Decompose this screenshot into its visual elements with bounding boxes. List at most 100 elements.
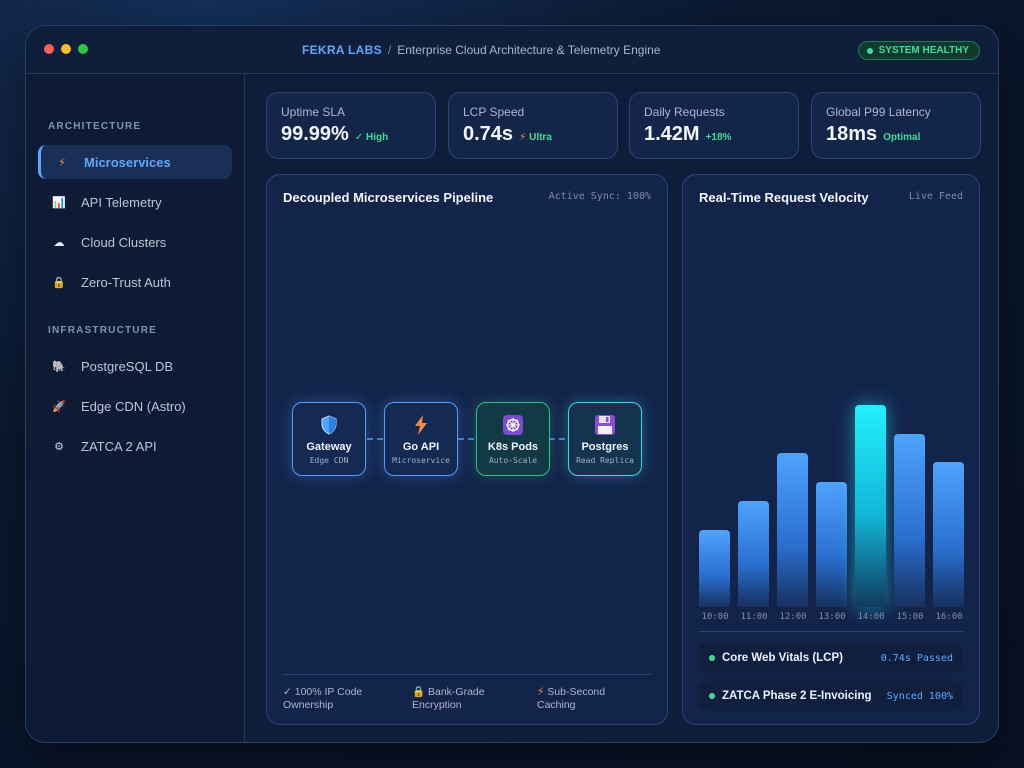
sidebar-item-postgresql-db[interactable]: 🐘 PostgreSQL DB [38,349,232,383]
status-row-core-web-vitals: Core Web Vitals (LCP) 0.74s Passed [699,643,963,673]
kpi-value: 1.42M [644,123,700,145]
elephant-icon: 🐘 [52,360,66,373]
sidebar-item-label: Edge CDN (Astro) [81,398,186,414]
sidebar-item-label: ZATCA 2 API [81,438,157,454]
sidebar-item-zero-trust-auth[interactable]: 🔒 Zero-Trust Auth [38,265,232,299]
sidebar-item-microservices[interactable]: ⚡ Microservices [38,145,232,179]
maximize-window-button[interactable] [78,44,88,54]
feature-text: Ownership [283,699,334,711]
chart-bar [777,453,808,607]
feature-text: Sub-Second [547,686,606,698]
breadcrumb-separator: / [387,43,392,57]
x-tick-label: 16:00 [935,612,963,622]
title-bar: FEKRA LABS / Enterprise Cloud Architecture… [26,26,998,74]
helm-wheel-icon [477,415,549,435]
rocket-icon: 🚀 [52,400,66,413]
kpi-tag: Ultra [529,132,552,143]
velocity-bar-chart [699,395,964,607]
lightning-icon [385,415,457,435]
pipeline-node-go-api[interactable]: Go API Microservice [384,402,458,476]
sidebar-item-edge-cdn[interactable]: 🚀 Edge CDN (Astro) [38,389,232,423]
x-tick-label: 12:00 [779,612,807,622]
sidebar-item-zatca-api[interactable]: ⚙ ZATCA 2 API [38,429,232,463]
feature-caching: ⚡ Sub-Second Caching [537,686,605,712]
kpi-card-p99-latency: Global P99 Latency 18ms Optimal [811,92,981,159]
floppy-disk-icon [569,415,641,435]
kpi-tag: +18% [705,132,732,143]
kpi-label: LCP Speed [463,105,525,119]
system-status-label: SYSTEM HEALTHY [878,45,969,56]
x-tick-label: 11:00 [740,612,768,622]
sidebar-item-cloud-clusters[interactable]: ☁ Cloud Clusters [38,225,232,259]
velocity-divider [699,631,963,632]
x-tick-label: 13:00 [818,612,846,622]
chart-bar [855,405,886,607]
chart-bar [816,482,847,607]
sidebar-section-infrastructure: INFRASTRUCTURE [48,325,158,336]
status-row-zatca: ZATCA Phase 2 E-Invoicing Synced 100% [699,681,963,711]
status-dot-icon [709,693,715,699]
status-value: Synced 100% [886,690,953,702]
x-tick-label: 10:00 [701,612,729,622]
pipeline-node-postgres[interactable]: Postgres Read Replica [568,402,642,476]
sidebar-item-label: Cloud Clusters [81,234,167,250]
sidebar-item-label: Microservices [84,154,171,170]
sidebar-item-label: API Telemetry [81,194,162,210]
pipeline-sync-status: Active Sync: 100% [548,191,651,202]
velocity-title: Real-Time Request Velocity [699,190,869,205]
lock-icon: 🔒 [52,276,66,289]
feature-encryption: 🔒 Bank-Grade Encryption [412,686,485,712]
lock-icon: 🔒 [412,686,426,698]
bar-chart-icon: 📊 [52,196,66,209]
status-label: ZATCA Phase 2 E-Invoicing [722,690,872,702]
status-dot-icon [709,655,715,661]
node-name: Postgres [581,441,629,453]
feature-text: Encryption [412,699,462,711]
kpi-card-lcp-speed: LCP Speed 0.74s ⚡ Ultra [448,92,618,159]
kpi-label: Global P99 Latency [826,105,931,119]
lightning-icon: ⚡ [537,686,545,698]
node-subtitle: Microservice [392,456,450,465]
gear-icon: ⚙ [54,440,64,453]
minimize-window-button[interactable] [61,44,71,54]
status-value: 0.74s Passed [880,652,953,664]
page-title: Enterprise Cloud Architecture & Telemetr… [397,43,661,57]
x-tick-label: 14:00 [857,612,885,622]
check-icon: ✓ [283,686,292,698]
sidebar-section-architecture: ARCHITECTURE [48,121,142,132]
chart-bar [738,501,769,607]
window-controls [44,44,88,54]
sidebar-item-api-telemetry[interactable]: 📊 API Telemetry [38,185,232,219]
chart-bar [699,530,730,607]
chart-bar [894,434,925,607]
node-subtitle: Edge CDN [309,456,349,465]
breadcrumb: FEKRA LABS / Enterprise Cloud Architecture… [302,43,660,57]
brand-name[interactable]: FEKRA LABS [302,43,382,57]
kpi-value: 18ms [826,123,878,145]
close-window-button[interactable] [44,44,54,54]
kpi-tag: Optimal [883,132,921,143]
kpi-label: Daily Requests [644,105,725,119]
kpi-value: 0.74s [463,123,514,145]
app-window: FEKRA LABS / Enterprise Cloud Architecture… [25,25,999,743]
pipeline-footer-divider [283,674,651,675]
system-status-badge: SYSTEM HEALTHY [857,41,980,60]
lightning-icon: ⚡ [519,132,527,143]
pipeline-node-k8s-pods[interactable]: K8s Pods Auto-Scale [476,402,550,476]
pipeline-panel: Decoupled Microservices Pipeline Active … [266,174,668,725]
pipeline-node-gateway[interactable]: Gateway Edge CDN [292,402,366,476]
sidebar: ARCHITECTURE ⚡ Microservices 📊 API Telem… [26,74,245,742]
sidebar-item-label: PostgreSQL DB [81,358,174,374]
node-subtitle: Read Replica [576,456,634,465]
x-tick-label: 15:00 [896,612,924,622]
velocity-panel: Real-Time Request Velocity Live Feed 10:… [682,174,980,725]
feature-text: Caching [537,699,576,711]
node-subtitle: Auto-Scale [488,456,538,465]
feature-ip-ownership: ✓ 100% IP Code Ownership [283,686,362,712]
feature-text: 100% IP Code [294,686,363,698]
shield-icon [293,415,365,435]
sidebar-item-label: Zero-Trust Auth [81,274,171,290]
cloud-icon: ☁ [53,236,65,249]
lightning-icon: ⚡ [58,156,66,169]
node-name: Gateway [306,441,352,453]
